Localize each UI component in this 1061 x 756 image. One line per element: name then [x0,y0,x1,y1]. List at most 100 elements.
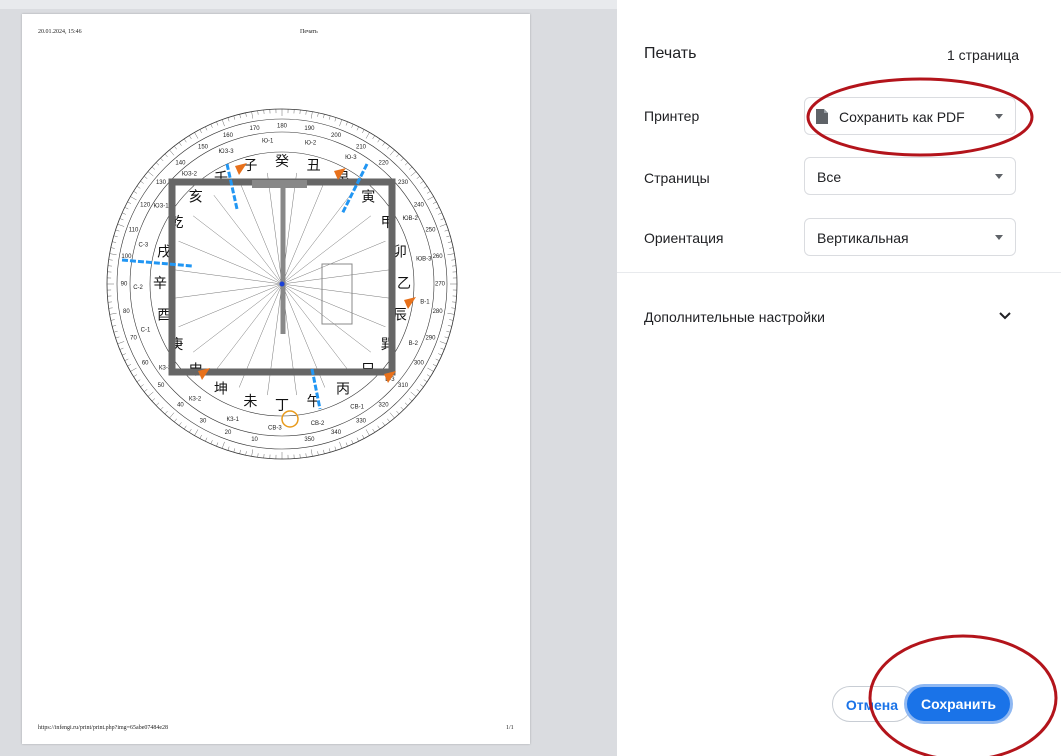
compass-tick [310,111,313,119]
compass-tick [432,364,437,367]
compass-mountain-label: 亥 [189,190,203,206]
compass-degree-label: 60 [142,361,149,367]
compass-sector-label: ЮЗ-2 [182,171,198,177]
compass-tick [396,153,400,158]
compass-tick [199,129,202,134]
compass-sector-label: КЗ-1 [227,417,240,423]
compass-tick [110,247,115,249]
compass-radial-line [281,283,394,299]
compass-tick [351,440,354,444]
compass-tick [113,330,118,333]
compass-tick [449,247,454,249]
compass-tick [356,437,359,442]
compass-tick [440,218,445,221]
compass-degree-label: 30 [200,418,207,424]
compass-tick [151,166,156,170]
compass-tick [410,391,417,397]
compass-tick [112,325,117,327]
compass-tick [446,235,451,238]
floorplan-door [321,263,353,325]
compass-tick [174,145,177,150]
compass-mountain-label: 丑 [307,158,321,174]
compass-tick [310,449,313,457]
floorplan-wall-segment [252,180,307,188]
compass-tick [164,153,168,158]
compass-tick [339,441,343,449]
chevron-down-icon [995,114,1003,119]
compass-tick [183,425,187,430]
compass-degree-label: 70 [130,336,137,342]
compass-tick [416,389,421,392]
compass-degree-label: 190 [304,126,315,132]
compass-degree-label: 140 [175,161,186,167]
compass-radial-line [267,172,283,285]
compass-tick [389,412,395,419]
compass-tick [117,341,125,345]
save-button-label: Сохранить [921,696,996,712]
printer-select[interactable]: Сохранить как PDF [804,97,1016,135]
compass-degree-label: 240 [414,203,425,209]
compass-tick [323,449,325,454]
more-settings-toggle[interactable]: Дополнительные настройки [644,309,825,325]
compass-degree-label: 150 [198,145,209,151]
compass-tick [435,207,440,210]
compass-tick [410,171,417,177]
compass-degree-label: 160 [223,133,234,139]
blue-direction-arrow [121,258,193,268]
compass-radial-line [281,269,394,285]
compass-tick [140,384,144,388]
chevron-down-icon [995,174,1003,179]
compass-tick [136,185,141,189]
compass-tick [426,191,431,194]
compass-tick [323,114,325,119]
compass-tick [362,434,365,439]
cancel-button[interactable]: Отмена [832,686,912,722]
compass-tick [372,428,375,433]
compass-tick [423,379,428,383]
compass-tick [439,223,447,227]
compass-tick [178,142,182,146]
pages-label: Страницы [644,170,710,186]
compass-tick [382,422,386,426]
compass-radial-line [178,240,283,285]
compass-tick [124,358,129,361]
compass-degree-label: 200 [331,133,342,139]
compass-degree-label: 80 [123,309,130,315]
compass-radial-line [281,240,386,285]
compass-tick [345,442,348,447]
compass-degree-label: 120 [140,203,151,209]
compass-tick [339,119,343,127]
orientation-select[interactable]: Вертикальная [804,218,1016,256]
compass-tick [420,180,424,184]
compass-degree-label: 320 [379,403,390,409]
pages-select[interactable]: Все [804,157,1016,195]
compass-sector-label: Ю-1 [262,138,274,144]
compass-tick [439,341,447,345]
compass-radial-line [178,283,283,328]
compass-tick [127,364,132,367]
compass-tick [447,253,455,256]
document-icon [816,109,828,124]
compass-radial-line [281,283,386,328]
compass-tick [382,142,386,146]
compass-degree-label: 10 [251,437,258,443]
compass-radial-line [170,283,283,299]
compass-sector-label: СВ-1 [350,404,364,410]
compass-tick [155,162,160,166]
cancel-button-label: Отмена [845,697,899,713]
compass-center-point [279,281,285,287]
compass-tick [404,402,409,406]
compass-sector-label: С-2 [133,285,143,291]
save-button[interactable]: Сохранить [904,684,1013,724]
compass-sector-label: КЗ-2 [189,396,202,402]
printer-value: Сохранить как PDF [839,109,965,125]
compass-tick [233,115,236,120]
compass-tick [205,126,208,131]
compass-tick [351,124,354,128]
compass-tick [147,171,154,177]
compass-tick [194,429,199,436]
chevron-down-icon[interactable] [998,309,1012,323]
compass-tick [451,307,456,309]
compass-tick [189,135,192,140]
compass-degree-label: 90 [121,282,128,288]
